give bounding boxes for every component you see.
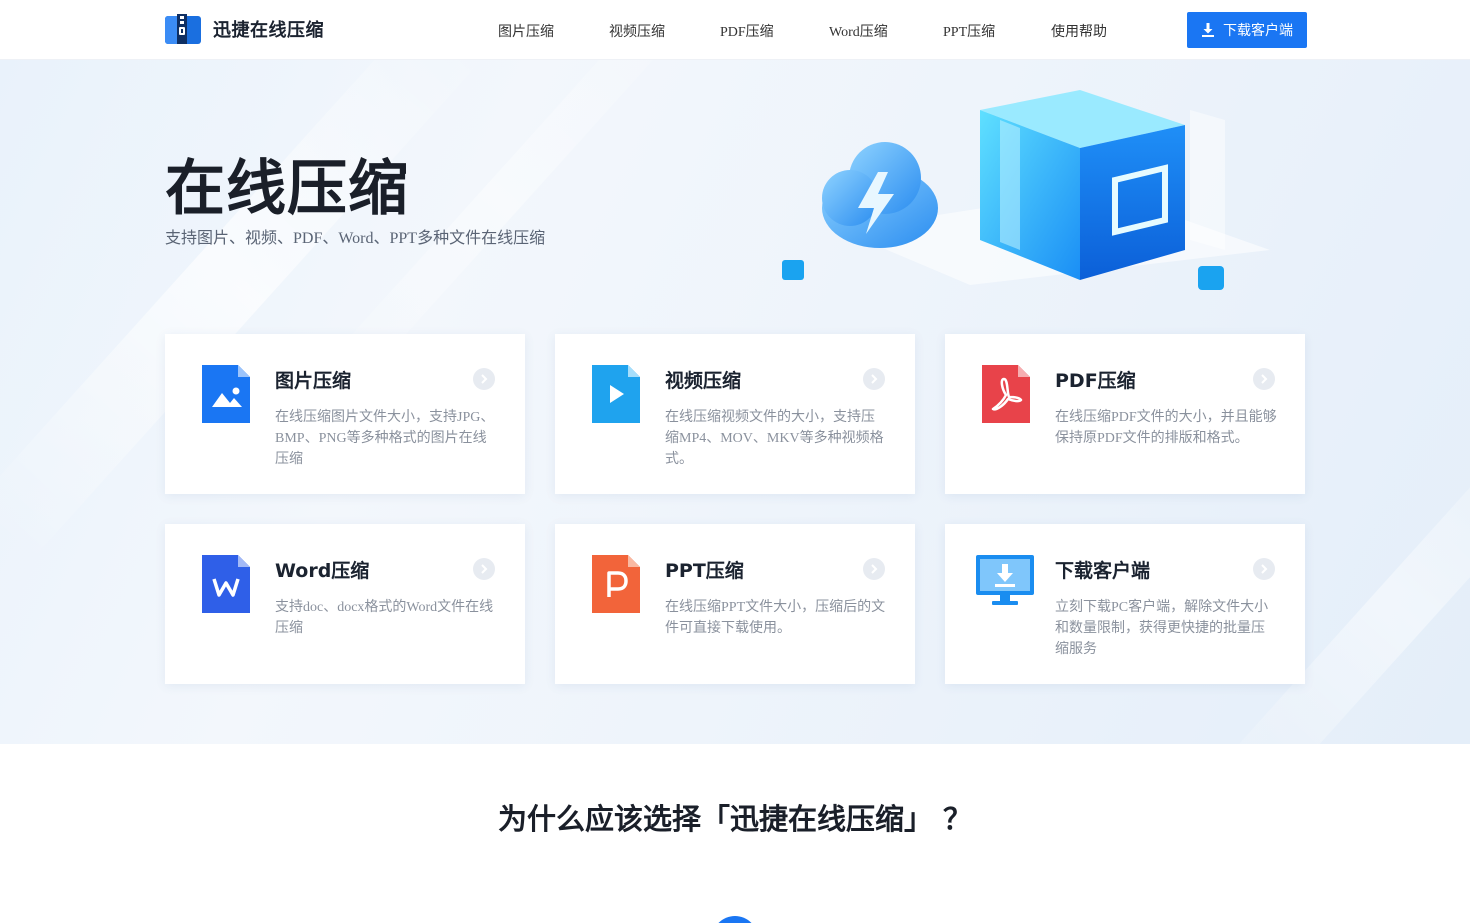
download-icon (1202, 23, 1214, 37)
card-ppt-compress[interactable]: PPT压缩 在线压缩PPT文件大小，压缩后的文件可直接下载使用。 (555, 524, 915, 684)
card-title: PDF压缩 (1055, 370, 1136, 392)
nav-word-compress[interactable]: Word压缩 (829, 21, 888, 41)
card-title: 视频压缩 (665, 370, 742, 392)
zip-logo-icon (165, 14, 201, 44)
card-description: 支持doc、docx格式的Word文件在线压缩 (275, 600, 494, 636)
hero-subtitle: 支持图片、视频、PDF、Word、PPT多种文件在线压缩 (165, 230, 546, 247)
chevron-right-icon (1253, 558, 1275, 580)
card-pdf-compress[interactable]: PDF压缩 在线压缩PDF文件的大小，并且能够保持原PDF文件的排版和格式。 (945, 334, 1305, 494)
site-logo[interactable]: 迅捷在线压缩 (165, 14, 324, 44)
hero-section: 在线压缩 支持图片、视频、PDF、Word、PPT多种文件在线压缩 图片压缩 在… (0, 60, 1470, 744)
nav-ppt-compress[interactable]: PPT压缩 (943, 21, 995, 41)
chevron-right-icon (473, 368, 495, 390)
card-title: 图片压缩 (275, 370, 352, 392)
card-title: 下载客户端 (1055, 560, 1151, 582)
video-file-icon (592, 365, 640, 423)
download-client-label: 下载客户端 (1223, 24, 1293, 39)
word-file-icon (202, 555, 250, 613)
nav-image-compress[interactable]: 图片压缩 (498, 21, 554, 41)
nav-video-compress[interactable]: 视频压缩 (609, 21, 665, 41)
why-section-title: 为什么应该选择「迅捷在线压缩」 ？ (497, 802, 973, 836)
chevron-right-icon (863, 558, 885, 580)
monitor-download-icon (976, 555, 1034, 605)
nav-pdf-compress[interactable]: PDF压缩 (720, 21, 774, 41)
nav-help[interactable]: 使用帮助 (1051, 21, 1107, 41)
card-word-compress[interactable]: Word压缩 支持doc、docx格式的Word文件在线压缩 (165, 524, 525, 684)
card-description: 在线压缩PPT文件大小，压缩后的文件可直接下载使用。 (665, 600, 886, 636)
ppt-file-icon (592, 555, 640, 613)
logo-text: 迅捷在线压缩 (213, 20, 324, 41)
feature-icon-circle (712, 916, 758, 923)
image-file-icon (202, 365, 250, 423)
pdf-file-icon (982, 365, 1030, 423)
card-image-compress[interactable]: 图片压缩 在线压缩图片文件大小，支持JPG、BMP、PNG等多种格式的图片在线压… (165, 334, 525, 494)
hero-title: 在线压缩 (165, 154, 409, 224)
chevron-right-icon (1253, 368, 1275, 390)
card-description: 在线压缩图片文件大小，支持JPG、BMP、PNG等多种格式的图片在线压缩 (275, 410, 495, 467)
card-description: 在线压缩视频文件的大小，支持压缩MP4、MOV、MKV等多种视频格式。 (665, 410, 884, 467)
chevron-right-icon (473, 558, 495, 580)
card-download-client[interactable]: 下载客户端 立刻下载PC客户端，解除文件大小和数量限制，获得更快捷的批量压缩服务 (945, 524, 1305, 684)
compression-box-illustration (782, 90, 1270, 290)
card-title: Word压缩 (275, 560, 370, 582)
card-video-compress[interactable]: 视频压缩 在线压缩视频文件的大小，支持压缩MP4、MOV、MKV等多种视频格式。 (555, 334, 915, 494)
card-description: 立刻下载PC客户端，解除文件大小和数量限制，获得更快捷的批量压缩服务 (1055, 600, 1269, 657)
card-title: PPT压缩 (665, 560, 744, 582)
card-description: 在线压缩PDF文件的大小，并且能够保持原PDF文件的排版和格式。 (1055, 410, 1277, 446)
top-header: 迅捷在线压缩 图片压缩 视频压缩 PDF压缩 Word压缩 PPT压缩 使用帮助… (0, 0, 1470, 60)
download-client-button[interactable]: 下载客户端 (1187, 12, 1307, 48)
chevron-right-icon (863, 368, 885, 390)
